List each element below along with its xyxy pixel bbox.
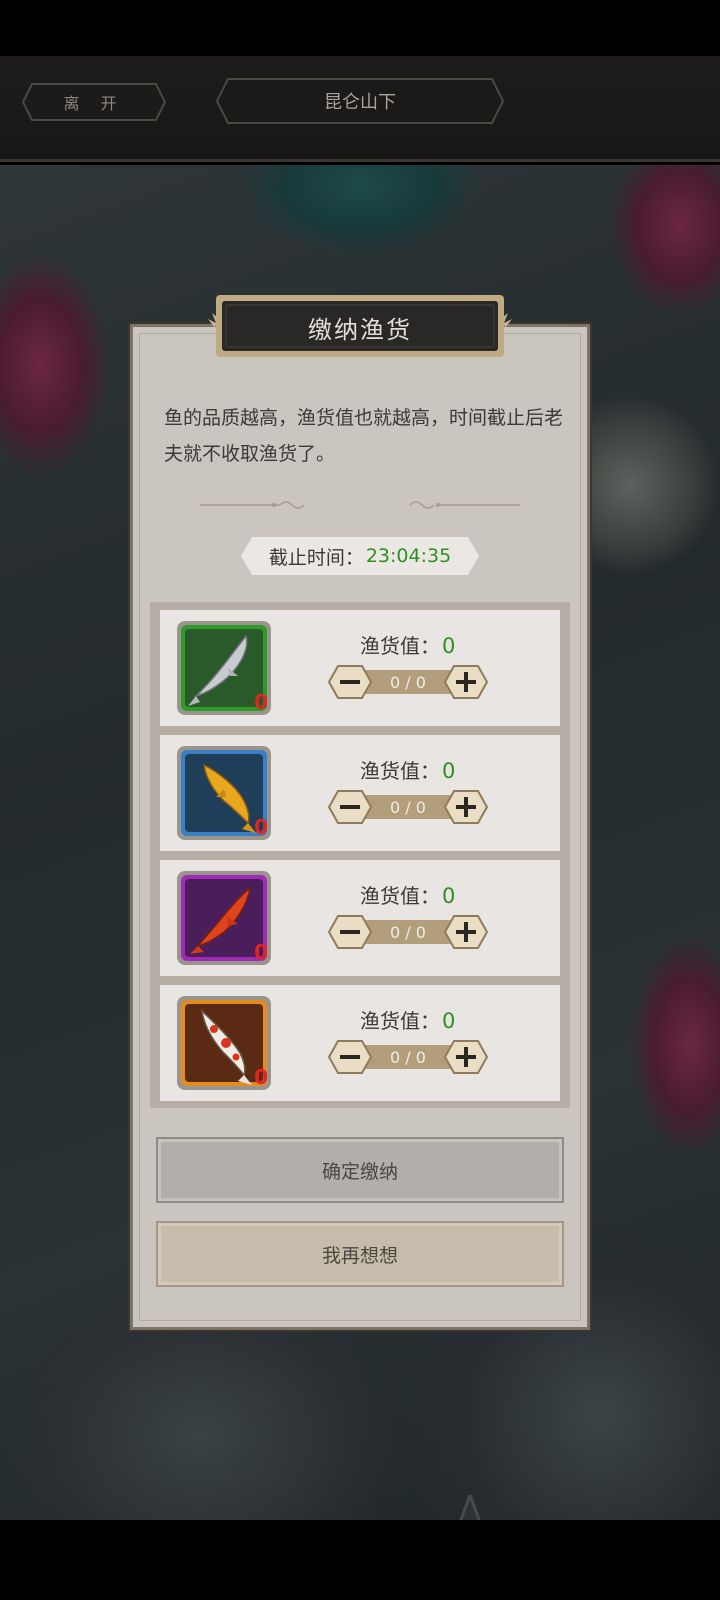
quantity-value: 0 / 0 (390, 922, 426, 942)
golden-koi-icon[interactable]: 0 (176, 745, 272, 841)
header-bar: 离 开 昆仑山下 (0, 56, 720, 162)
fish-count: 0 (254, 815, 268, 839)
quantity-value: 0 / 0 (390, 797, 426, 817)
location-title-box: 昆仑山下 (216, 78, 504, 124)
fish-row-4: 0 渔货值：0 0 / 0 (160, 985, 560, 1101)
status-bar (0, 0, 720, 56)
plus-button[interactable] (444, 789, 488, 825)
minus-button[interactable] (328, 664, 372, 700)
quantity-stepper: 0 / 0 (328, 664, 488, 700)
silver-koi-icon[interactable]: 0 (176, 620, 272, 716)
quantity-stepper: 0 / 0 (328, 789, 488, 825)
minus-button[interactable] (328, 789, 372, 825)
navigation-bar (0, 1520, 720, 1600)
fish-value-number: 0 (442, 759, 456, 783)
dialog-description: 鱼的品质越高，渔货值也就越高，时间截止后老夫就不收取渔货了。 (164, 407, 564, 465)
leave-label: 离 开 (63, 94, 125, 113)
fish-value-label: 渔货值： (360, 1009, 440, 1033)
plus-button[interactable] (444, 1039, 488, 1075)
location-title: 昆仑山下 (324, 92, 396, 113)
spotted-koi-icon[interactable]: 0 (176, 995, 272, 1091)
fish-value: 渔货值：0 (360, 1005, 455, 1034)
fish-value-label: 渔货值： (360, 884, 440, 908)
fish-value-label: 渔货值： (360, 634, 440, 658)
reconsider-button[interactable]: 我再想想 (156, 1221, 564, 1287)
ornament-divider (200, 501, 520, 509)
fish-count: 0 (254, 1065, 268, 1089)
fish-value-number: 0 (442, 634, 456, 658)
fish-value-number: 0 (442, 884, 456, 908)
fish-value: 渔货值：0 (360, 755, 455, 784)
fish-value-number: 0 (442, 1009, 456, 1033)
fish-value: 渔货值：0 (360, 630, 455, 659)
fish-value: 渔货值：0 (360, 880, 455, 909)
confirm-submit-button[interactable]: 确定缴纳 (156, 1137, 564, 1203)
minus-button[interactable] (328, 914, 372, 950)
leave-button[interactable]: 离 开 (22, 83, 166, 121)
fish-count: 0 (254, 940, 268, 964)
quantity-stepper: 0 / 0 (328, 914, 488, 950)
deadline-label: 截止时间： (268, 546, 364, 569)
deadline-time: 23:04:35 (365, 545, 452, 567)
fish-row-2: 0 渔货值：0 0 / 0 (160, 735, 560, 851)
fish-row-1: 0 渔货值：0 0 / 0 (160, 610, 560, 726)
fish-value-label: 渔货值： (360, 759, 440, 783)
red-koi-icon[interactable]: 0 (176, 870, 272, 966)
minus-button[interactable] (328, 1039, 372, 1075)
plus-button[interactable] (444, 914, 488, 950)
deadline-badge: 截止时间： 23:04:35 (240, 536, 480, 576)
quantity-value: 0 / 0 (390, 1047, 426, 1067)
quantity-value: 0 / 0 (390, 672, 426, 692)
dialog-title-plate: 缴纳渔货 (208, 293, 512, 361)
plus-button[interactable] (444, 664, 488, 700)
quantity-stepper: 0 / 0 (328, 1039, 488, 1075)
fish-count: 0 (254, 690, 268, 714)
dialog-title: 缴纳渔货 (308, 315, 412, 344)
fish-row-3: 0 渔货值：0 0 / 0 (160, 860, 560, 976)
